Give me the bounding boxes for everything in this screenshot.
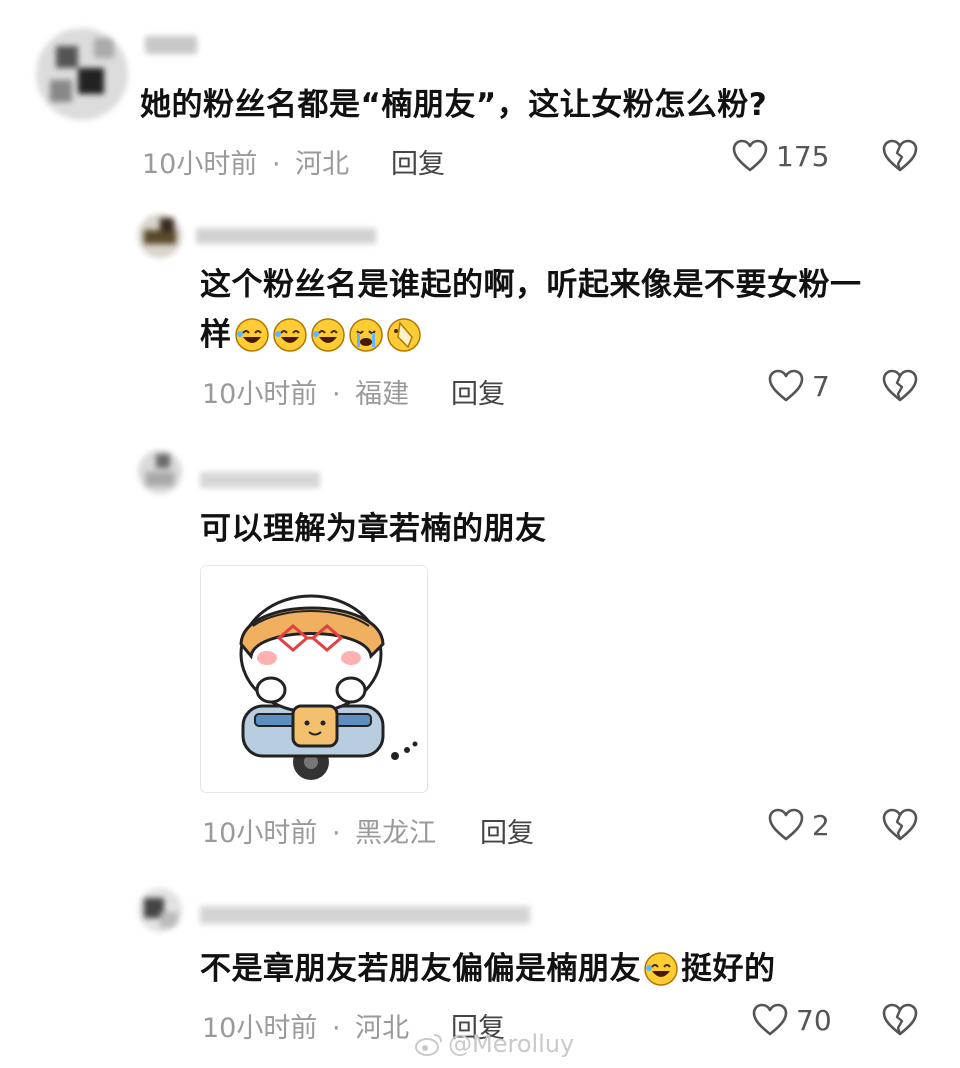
heart-outline-icon bbox=[732, 139, 768, 172]
dislike-button[interactable] bbox=[882, 1003, 918, 1037]
laughing-face-emoji bbox=[272, 318, 307, 352]
broken-heart-icon bbox=[882, 369, 918, 402]
like-count: 2 bbox=[812, 808, 830, 842]
comment-text: 她的粉丝名都是“楠朋友”，这让女粉怎么粉? bbox=[140, 87, 768, 123]
heart-outline-icon bbox=[768, 808, 804, 841]
avatar[interactable] bbox=[138, 214, 182, 258]
dislike-button[interactable] bbox=[882, 369, 918, 403]
comment-meta: 10小时前 · 黑龙江 bbox=[202, 811, 436, 850]
separator: · bbox=[331, 818, 341, 849]
like-button[interactable]: 175 bbox=[732, 139, 829, 173]
username[interactable] bbox=[200, 906, 530, 924]
comment-text-tail: 样 bbox=[200, 317, 232, 353]
like-count: 70 bbox=[796, 1003, 832, 1037]
timestamp: 10小时前 bbox=[202, 1013, 318, 1044]
username[interactable] bbox=[145, 36, 197, 54]
timestamp: 10小时前 bbox=[142, 149, 258, 180]
comment-text-main: 不是章朋友若朋友偏偏是楠朋友 bbox=[200, 951, 641, 987]
comment-meta: 10小时前 · 福建 bbox=[202, 372, 409, 411]
dislike-button[interactable] bbox=[882, 139, 918, 173]
location: 河北 bbox=[295, 149, 350, 180]
comment-text: 不是章朋友若朋友偏偏是楠朋友 挺好的 bbox=[200, 948, 776, 990]
broken-heart-icon bbox=[882, 808, 918, 841]
username[interactable] bbox=[200, 472, 320, 488]
laughing-face-emoji bbox=[310, 318, 345, 352]
like-button[interactable]: 70 bbox=[752, 1003, 832, 1037]
avatar[interactable] bbox=[138, 888, 182, 932]
comment-meta: 10小时前 · 河北 bbox=[202, 1006, 409, 1045]
heart-outline-icon bbox=[768, 369, 804, 402]
scooter-character-sticker bbox=[239, 594, 418, 780]
separator: · bbox=[271, 149, 281, 180]
facepalm-emoji bbox=[386, 318, 421, 352]
username[interactable] bbox=[196, 228, 376, 244]
comment-text-line1: 这个粉丝名是谁起的啊，听起来像是不要女粉一 bbox=[200, 267, 862, 303]
broken-heart-icon bbox=[882, 139, 918, 172]
sticker-image[interactable] bbox=[200, 565, 428, 793]
watermark-text: @Merolluy bbox=[448, 1030, 575, 1058]
reply-button[interactable]: 回复 bbox=[391, 142, 445, 181]
comment-meta: 10小时前 · 河北 bbox=[142, 142, 349, 181]
avatar[interactable] bbox=[138, 450, 182, 494]
location: 黑龙江 bbox=[355, 818, 437, 849]
comment-text: 可以理解为章若楠的朋友 bbox=[200, 511, 547, 547]
separator: · bbox=[331, 1013, 341, 1044]
reply-button[interactable]: 回复 bbox=[480, 811, 534, 850]
timestamp: 10小时前 bbox=[202, 379, 318, 410]
avatar[interactable] bbox=[36, 28, 128, 120]
like-button[interactable]: 7 bbox=[768, 369, 830, 403]
like-count: 7 bbox=[812, 369, 830, 403]
location: 河北 bbox=[355, 1013, 410, 1044]
broken-heart-icon bbox=[882, 1003, 918, 1036]
laughing-face-emoji bbox=[234, 318, 269, 352]
weibo-watermark: @Merolluy bbox=[414, 1030, 574, 1058]
like-button[interactable]: 2 bbox=[768, 808, 830, 842]
emoji-group bbox=[234, 317, 424, 353]
location: 福建 bbox=[355, 379, 410, 410]
separator: · bbox=[331, 379, 341, 410]
laughing-face-emoji bbox=[644, 952, 678, 986]
crying-face-emoji bbox=[348, 318, 383, 352]
comment-text-tail: 挺好的 bbox=[681, 951, 776, 987]
heart-outline-icon bbox=[752, 1003, 788, 1036]
like-count: 175 bbox=[776, 139, 830, 173]
comment-text-line2: 样 bbox=[200, 314, 424, 356]
reply-button[interactable]: 回复 bbox=[451, 372, 505, 411]
weibo-logo-icon bbox=[415, 1034, 442, 1056]
dislike-button[interactable] bbox=[882, 808, 918, 842]
timestamp: 10小时前 bbox=[202, 818, 318, 849]
